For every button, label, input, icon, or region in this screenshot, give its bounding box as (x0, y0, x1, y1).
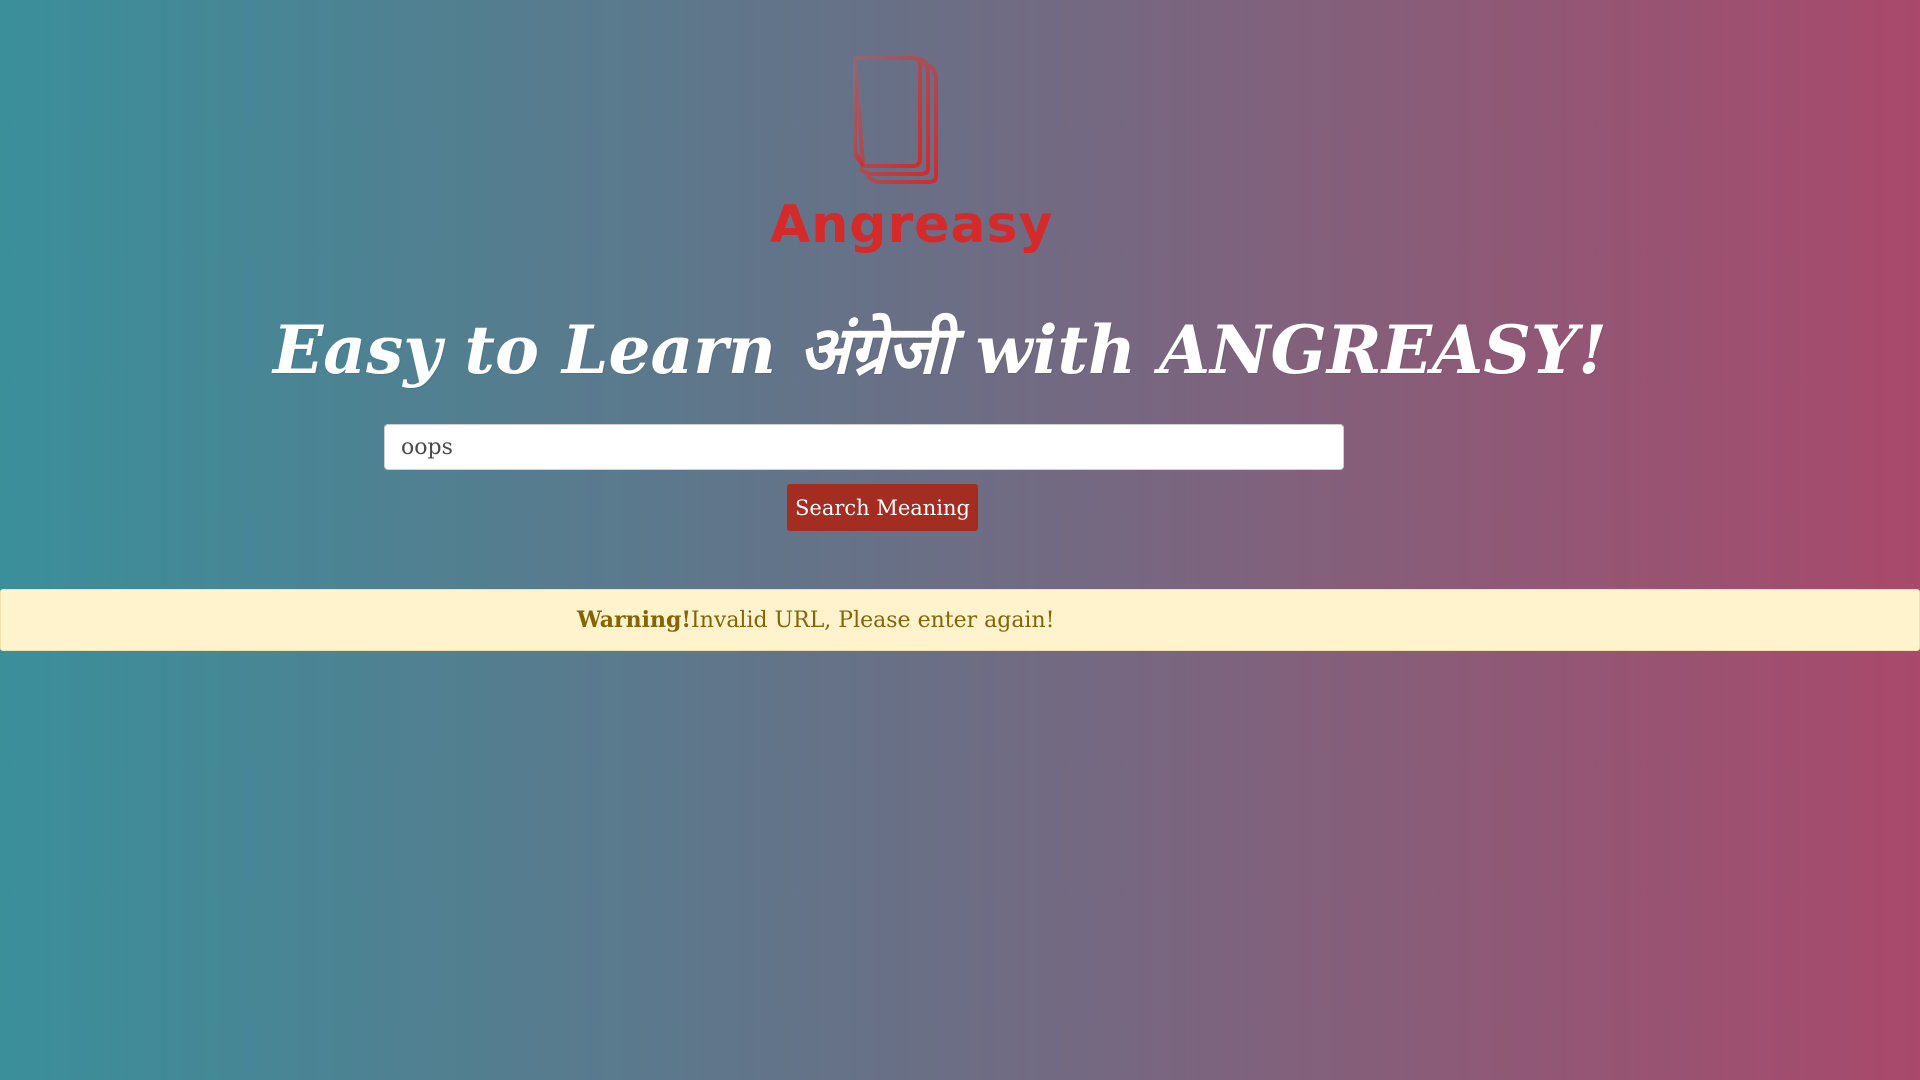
stacked-pages-icon (853, 56, 938, 184)
alert-title: Warning! (577, 607, 692, 633)
brand-name: Angreasy (770, 195, 1054, 255)
warning-alert: Warning!Invalid URL, Please enter again! (0, 589, 1920, 651)
search-input[interactable] (384, 424, 1344, 470)
brand-logo: Angreasy (770, 50, 1054, 260)
page-headline: Easy to Learn अंग्रेजी with ANGREASY! (273, 311, 1607, 389)
search-meaning-button[interactable]: Search Meaning (787, 484, 978, 531)
alert-message: Invalid URL, Please enter again! (691, 608, 1055, 633)
alert-content: Warning!Invalid URL, Please enter again! (577, 590, 1054, 651)
